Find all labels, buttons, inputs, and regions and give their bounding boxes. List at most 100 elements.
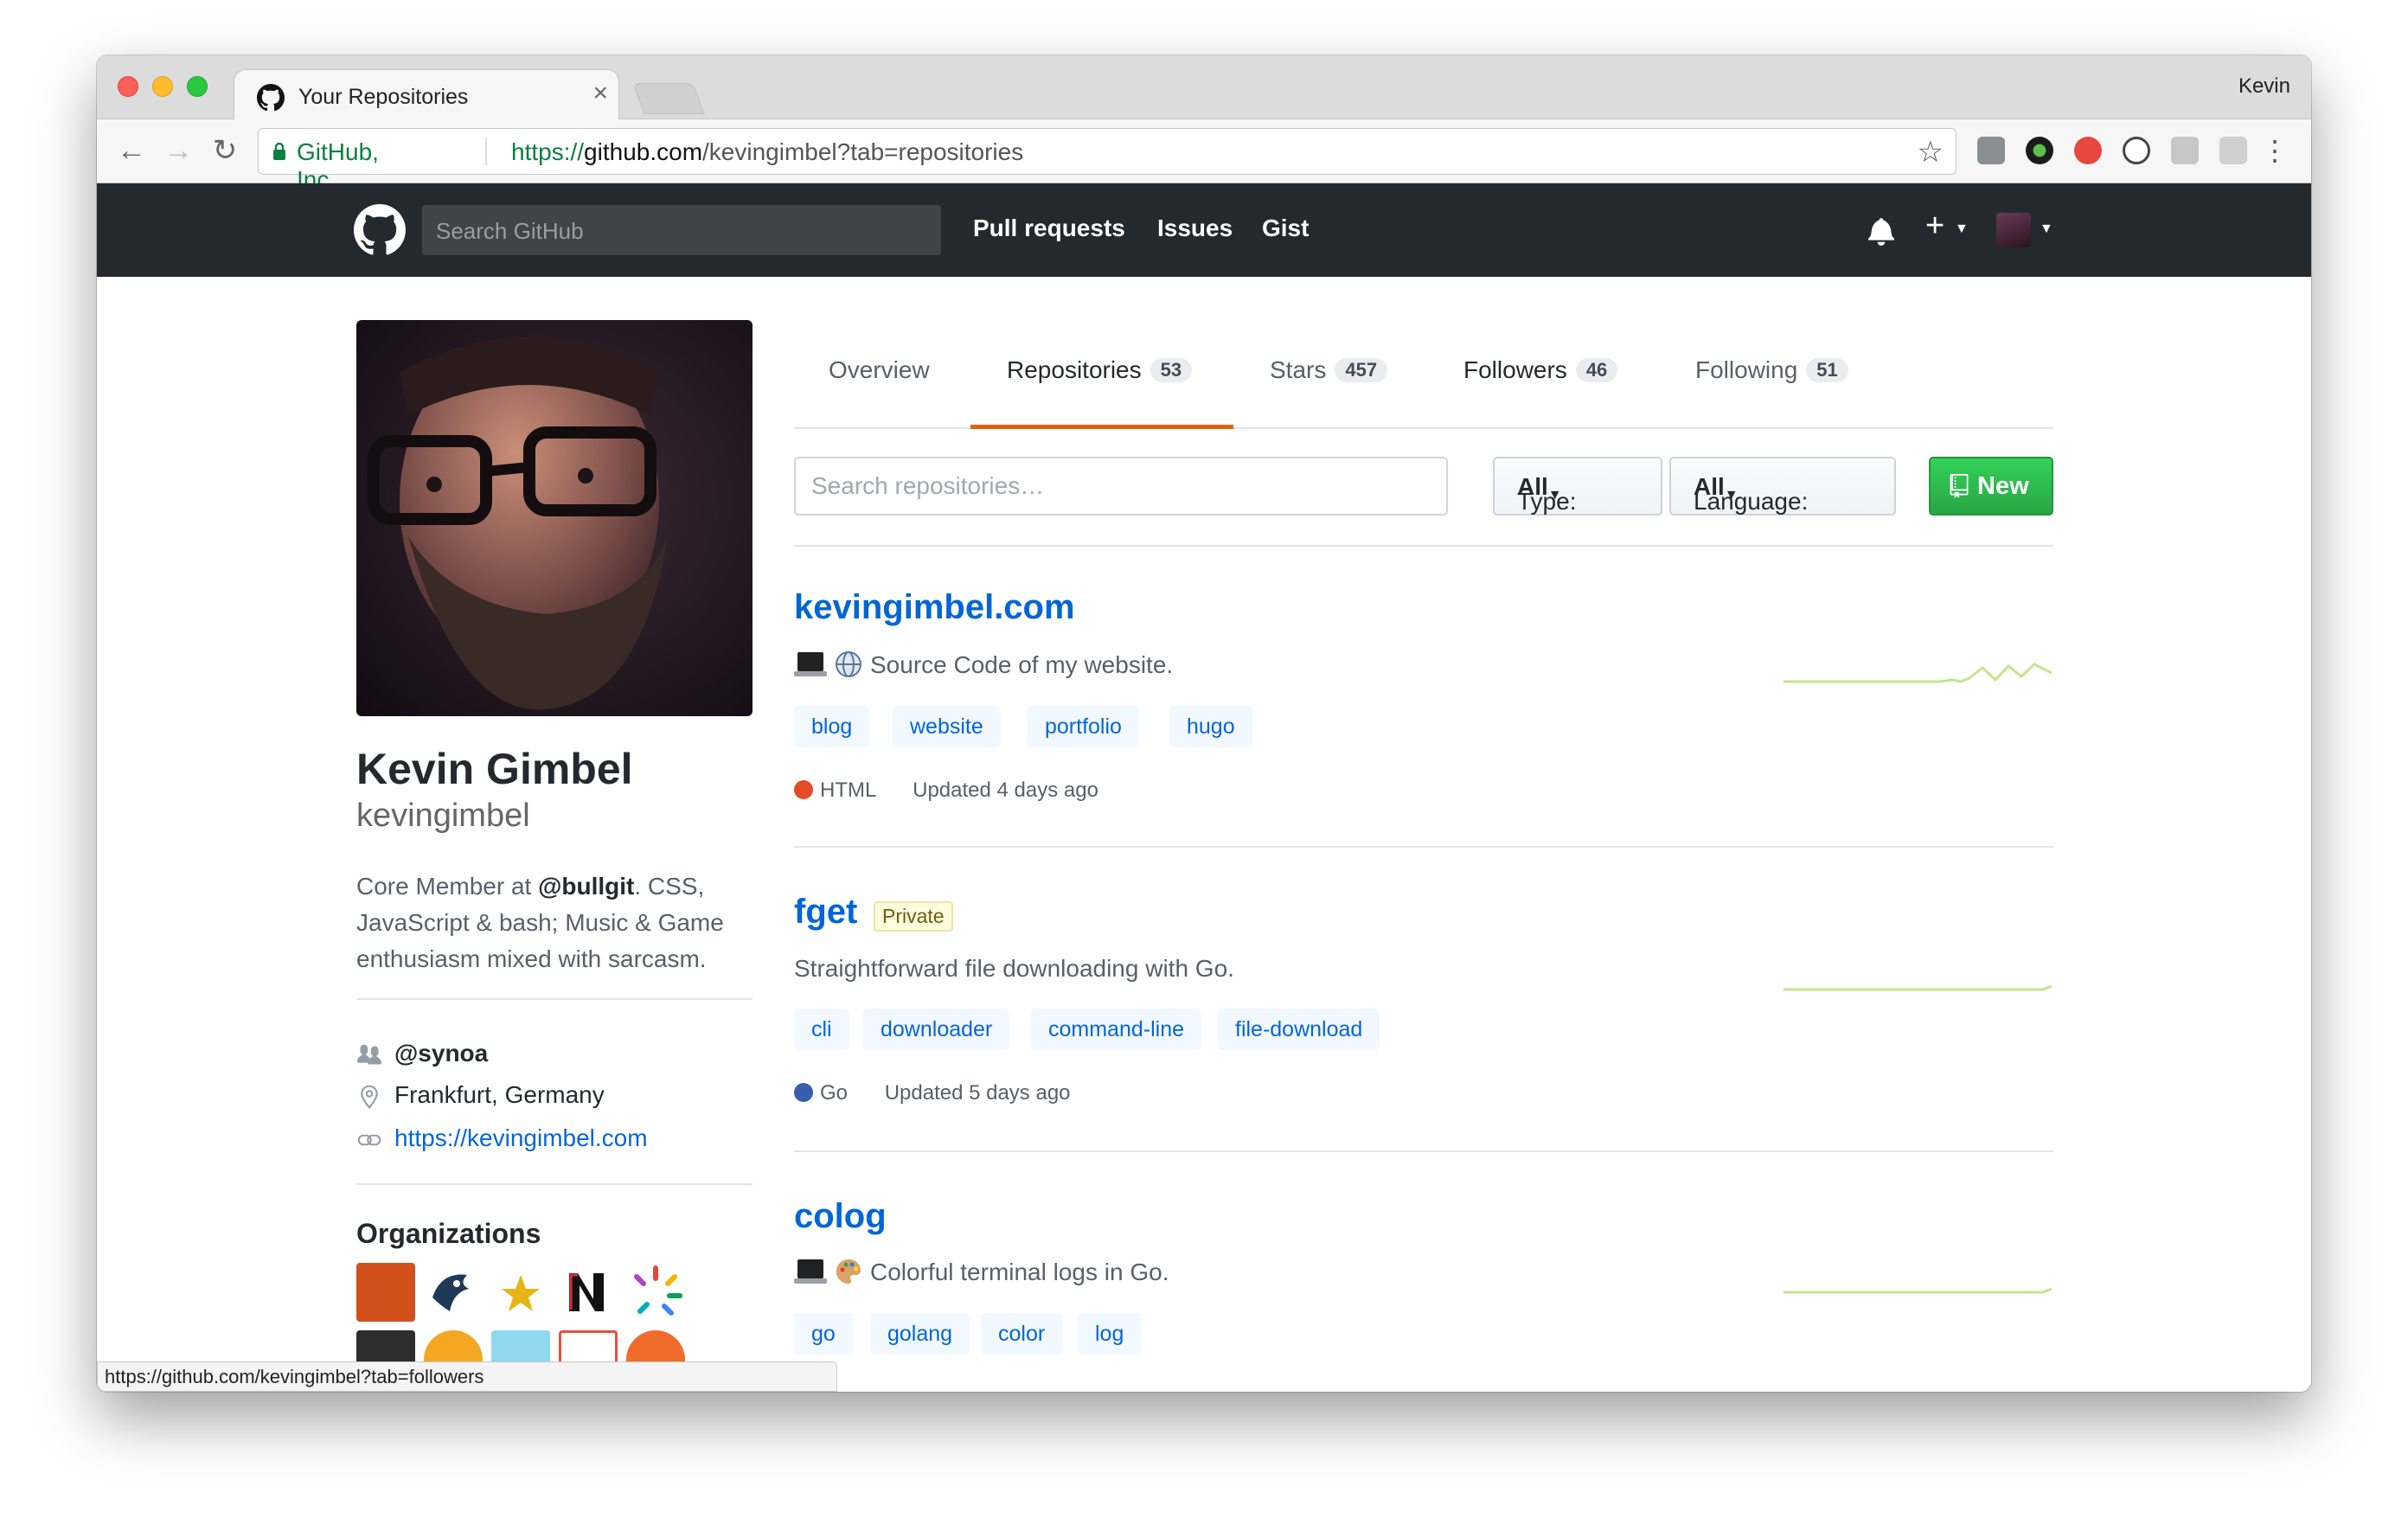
address-bar[interactable]: GitHub, Inc. [US] https://github.com/kev… xyxy=(258,128,1956,221)
repo-book-icon xyxy=(1950,474,1969,498)
lock-icon xyxy=(273,143,285,160)
website-link[interactable]: https://kevingimbel.com xyxy=(394,1124,648,1152)
repo-description: Source Code of my website. xyxy=(794,650,1173,679)
bio-line-2: JavaScript & bash; Music & Game xyxy=(356,909,724,936)
topic-tag[interactable]: cli xyxy=(794,1009,849,1050)
repo-name-link[interactable]: kevingimbel.com xyxy=(794,588,1075,627)
close-window-button[interactable] xyxy=(118,76,138,97)
wikipedia-extension-icon[interactable] xyxy=(2123,137,2150,164)
tab-stars[interactable]: Stars 457 xyxy=(1270,356,1388,384)
notification-bell-icon[interactable] xyxy=(1868,216,1894,246)
nav-issues[interactable]: Issues xyxy=(1157,215,1233,242)
language-color-dot xyxy=(794,780,813,799)
user-avatar[interactable] xyxy=(1996,213,2031,247)
nav-gist[interactable]: Gist xyxy=(1262,215,1309,242)
ublock-extension-icon[interactable] xyxy=(1977,137,2005,164)
repo-name-link[interactable]: colog xyxy=(794,1197,887,1236)
globe-emoji-icon xyxy=(836,651,861,677)
bookmark-star-icon[interactable]: ☆ xyxy=(1918,135,1944,170)
company-link[interactable]: @synoa xyxy=(394,1040,488,1067)
repo-meta: HTML Updated 4 days ago xyxy=(794,778,1098,803)
topic-tag[interactable]: blog xyxy=(794,706,870,747)
org-avatar-n[interactable] xyxy=(559,1263,618,1322)
repo-language: HTML xyxy=(820,778,876,802)
link-status-bar: https://github.com/kevingimbel?tab=follo… xyxy=(97,1361,837,1392)
following-count: 51 xyxy=(1806,358,1848,382)
extension-3-icon[interactable] xyxy=(2074,137,2102,164)
topic-tag[interactable]: golang xyxy=(870,1313,970,1355)
language-caret-icon: ▼ xyxy=(1724,488,1739,503)
repo-name-link[interactable]: fget xyxy=(794,893,857,932)
language-filter-button[interactable]: Language: All ▼ xyxy=(1669,457,1896,516)
tab-title: Your Repositories xyxy=(298,85,469,109)
topic-tag[interactable]: portfolio xyxy=(1028,706,1139,747)
bio-line-3: enthusiasm mixed with sarcasm. xyxy=(356,945,707,972)
link-icon xyxy=(357,1134,381,1146)
forward-arrow-icon[interactable]: → xyxy=(161,133,195,168)
create-new-plus-icon[interactable]: + xyxy=(1925,209,1944,242)
topic-tag[interactable]: go xyxy=(794,1313,853,1355)
profile-name[interactable]: Kevin xyxy=(2238,74,2290,99)
tab-overview[interactable]: Overview xyxy=(829,356,930,384)
org-avatar-bird[interactable] xyxy=(424,1263,483,1322)
status-url: https://github.com/kevingimbel?tab=follo… xyxy=(105,1366,484,1387)
repo-description-text: Colorful terminal logs in Go. xyxy=(870,1259,1169,1285)
org-avatar-star[interactable] xyxy=(491,1263,550,1322)
zoom-window-button[interactable] xyxy=(187,76,208,97)
repo-description: Colorful terminal logs in Go. xyxy=(794,1258,1169,1286)
plus-caret-icon[interactable]: ▼ xyxy=(1955,221,1969,237)
extension-2-icon[interactable] xyxy=(2026,137,2053,164)
repo-search-input[interactable] xyxy=(794,457,1448,516)
url-path: /kevingimbel?tab=repositories xyxy=(702,138,1024,165)
tab-stars-label: Stars xyxy=(1270,356,1327,383)
bio-org-link[interactable]: @bullgit xyxy=(538,873,634,900)
topic-tag[interactable]: command-line xyxy=(1031,1009,1202,1050)
github-search-placeholder: Search GitHub xyxy=(436,218,584,244)
private-badge: Private xyxy=(874,901,953,932)
type-filter-label: Type: xyxy=(1517,488,1577,515)
tab-repositories[interactable]: Repositories 53 xyxy=(1007,356,1193,384)
new-repo-button[interactable]: New xyxy=(1929,457,2053,516)
url-host: github.com xyxy=(584,138,703,165)
profile-photo[interactable] xyxy=(356,320,752,716)
profile-username: kevingimbel xyxy=(356,798,530,834)
tab-overview-label: Overview xyxy=(829,356,930,383)
topic-tag[interactable]: log xyxy=(1078,1313,1142,1355)
reload-icon[interactable]: ↻ xyxy=(208,133,242,168)
topic-tag[interactable]: hugo xyxy=(1169,706,1252,747)
topic-tag[interactable]: color xyxy=(981,1313,1063,1355)
activity-sparkline xyxy=(1784,984,2052,991)
avatar-caret-icon[interactable]: ▼ xyxy=(2040,221,2053,237)
repo-description: Straightforward file downloading with Go… xyxy=(794,955,1234,982)
org-avatar-insane[interactable] xyxy=(356,1263,415,1322)
bio-prefix: Core Member at xyxy=(356,873,539,900)
url-text[interactable]: https://github.com/kevingimbel?tab=repos… xyxy=(511,138,1023,166)
org-avatar-burst[interactable] xyxy=(626,1263,685,1322)
new-tab-button[interactable] xyxy=(632,83,705,114)
stars-count: 457 xyxy=(1335,358,1388,382)
nav-pull-requests[interactable]: Pull requests xyxy=(973,215,1125,242)
topic-tag[interactable]: website xyxy=(893,706,1001,747)
type-filter-button[interactable]: Type: All ▼ xyxy=(1493,457,1662,516)
tab-following-label: Following xyxy=(1695,356,1798,383)
back-arrow-icon[interactable]: ← xyxy=(114,133,149,168)
topic-tag[interactable]: downloader xyxy=(863,1009,1010,1050)
repo-search-field[interactable] xyxy=(796,458,1446,514)
minimize-window-button[interactable] xyxy=(152,76,173,97)
language-filter-label: Language: xyxy=(1694,488,1809,515)
topic-tag[interactable]: file-download xyxy=(1218,1009,1380,1050)
browser-tab[interactable]: Your Repositories × xyxy=(234,69,619,121)
github-logo-icon[interactable] xyxy=(354,204,406,256)
extension-6-icon[interactable] xyxy=(2219,137,2247,164)
extension-5-icon[interactable] xyxy=(2171,137,2199,164)
close-tab-icon[interactable]: × xyxy=(592,80,608,106)
github-search-input[interactable]: Search GitHub xyxy=(422,205,941,255)
tab-repositories-label: Repositories xyxy=(1007,356,1142,383)
browser-menu-icon[interactable]: ⋮ xyxy=(2261,133,2289,168)
github-header: Search GitHub Pull requests Issues Gist … xyxy=(97,183,2311,277)
type-caret-icon: ▼ xyxy=(1547,488,1562,503)
tab-followers-label: Followers xyxy=(1463,356,1567,383)
tab-following[interactable]: Following 51 xyxy=(1695,356,1848,384)
repo-updated: Updated 5 days ago xyxy=(884,1081,1071,1105)
tab-followers[interactable]: Followers 46 xyxy=(1463,356,1618,384)
